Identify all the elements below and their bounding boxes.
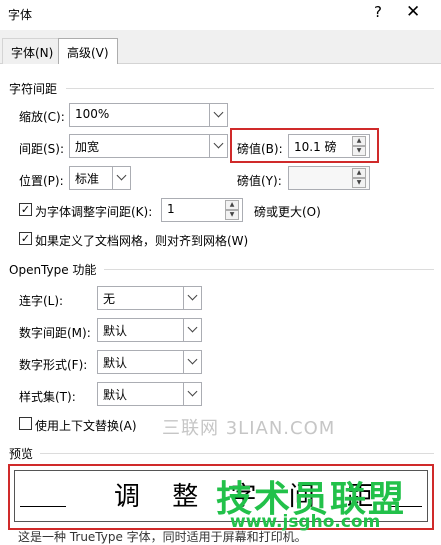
spinner-buttons[interactable]: ▲ ▼ <box>225 199 241 221</box>
char-spacing-heading: 字符间距 <box>9 82 58 96</box>
scale-dropdown-button[interactable] <box>209 104 227 126</box>
section-divider <box>40 453 434 454</box>
kerning-value: 1 <box>167 202 175 216</box>
section-divider <box>66 88 434 89</box>
position-by-spinner[interactable]: ▲ ▼ <box>288 166 370 190</box>
kerning-checkbox[interactable]: ✓ <box>19 203 32 216</box>
numspacing-dropdown-button[interactable] <box>183 319 201 341</box>
chevron-down-icon <box>116 170 127 181</box>
position-value: 标准 <box>75 172 100 186</box>
spin-up-icon[interactable]: ▲ <box>225 200 239 210</box>
ligatures-combobox[interactable]: 无 <box>97 286 202 310</box>
numspacing-label: 数字间距(M): <box>19 326 91 340</box>
spin-up-icon[interactable]: ▲ <box>352 168 366 178</box>
ligatures-value: 无 <box>103 292 116 306</box>
kerning-label: 为字体调整字间距(K): <box>35 205 153 219</box>
scale-combobox[interactable]: 100% <box>69 103 228 127</box>
spacing-by-spinner[interactable]: 10.1 磅 ▲ ▼ <box>288 134 370 158</box>
spinner-buttons[interactable]: ▲ ▼ <box>352 135 368 157</box>
preview-note: 这是一种 TrueType 字体，同时适用于屏幕和打印机。 <box>18 530 307 544</box>
spacing-by-label: 磅值(B): <box>237 142 283 156</box>
ligatures-label: 连字(L): <box>19 294 64 308</box>
spin-down-icon[interactable]: ▼ <box>352 178 366 188</box>
help-button[interactable]: ? <box>374 3 382 21</box>
scale-value: 100% <box>75 107 110 121</box>
position-dropdown-button[interactable] <box>112 167 130 189</box>
opentype-heading: OpenType 功能 <box>9 263 97 277</box>
contextual-label: 使用上下文替换(A) <box>35 419 137 433</box>
spacing-value: 加宽 <box>75 140 100 154</box>
section-divider <box>104 269 434 270</box>
stylistic-dropdown-button[interactable] <box>183 383 201 405</box>
position-by-label: 磅值(Y): <box>237 174 282 188</box>
numforms-value: 默认 <box>103 356 128 370</box>
kerning-suffix: 磅或更大(O) <box>254 205 321 219</box>
spin-up-icon[interactable]: ▲ <box>352 136 366 146</box>
tab-advanced[interactable]: 高级(V) <box>58 38 118 65</box>
spin-down-icon[interactable]: ▼ <box>352 146 366 156</box>
stylistic-label: 样式集(T): <box>19 390 76 404</box>
numforms-label: 数字形式(F): <box>19 358 88 372</box>
grid-checkbox[interactable]: ✓ <box>19 232 32 245</box>
position-label: 位置(P): <box>19 174 64 188</box>
numforms-dropdown-button[interactable] <box>183 351 201 373</box>
chevron-down-icon <box>213 107 224 118</box>
numspacing-combobox[interactable]: 默认 <box>97 318 202 342</box>
spacing-label: 间距(S): <box>19 142 65 156</box>
chevron-down-icon <box>213 138 224 149</box>
spacing-by-value: 10.1 磅 <box>294 140 337 154</box>
contextual-checkbox[interactable] <box>19 417 32 430</box>
tab-font[interactable]: 字体(N) <box>2 38 63 64</box>
stylistic-value: 默认 <box>103 388 128 402</box>
numspacing-value: 默认 <box>103 324 128 338</box>
stylistic-combobox[interactable]: 默认 <box>97 382 202 406</box>
spacing-combobox[interactable]: 加宽 <box>69 134 228 158</box>
chevron-down-icon <box>187 290 198 301</box>
spinner-buttons[interactable]: ▲ ▼ <box>352 167 368 189</box>
watermark-3lian: 三联网 3LIAN.COM <box>162 418 336 439</box>
chevron-down-icon <box>187 354 198 365</box>
position-combobox[interactable]: 标准 <box>69 166 131 190</box>
ligatures-dropdown-button[interactable] <box>183 287 201 309</box>
grid-label: 如果定义了文档网格，则对齐到网格(W) <box>35 234 249 248</box>
spin-down-icon[interactable]: ▼ <box>225 210 239 220</box>
preview-heading: 预览 <box>9 447 34 461</box>
scale-label: 缩放(C): <box>19 110 65 124</box>
chevron-down-icon <box>187 322 198 333</box>
spacing-dropdown-button[interactable] <box>209 135 227 157</box>
close-button[interactable]: ✕ <box>406 2 420 22</box>
kerning-spinner[interactable]: 1 ▲ ▼ <box>161 198 243 222</box>
chevron-down-icon <box>187 386 198 397</box>
dialog-title: 字体 <box>8 8 33 22</box>
numforms-combobox[interactable]: 默认 <box>97 350 202 374</box>
